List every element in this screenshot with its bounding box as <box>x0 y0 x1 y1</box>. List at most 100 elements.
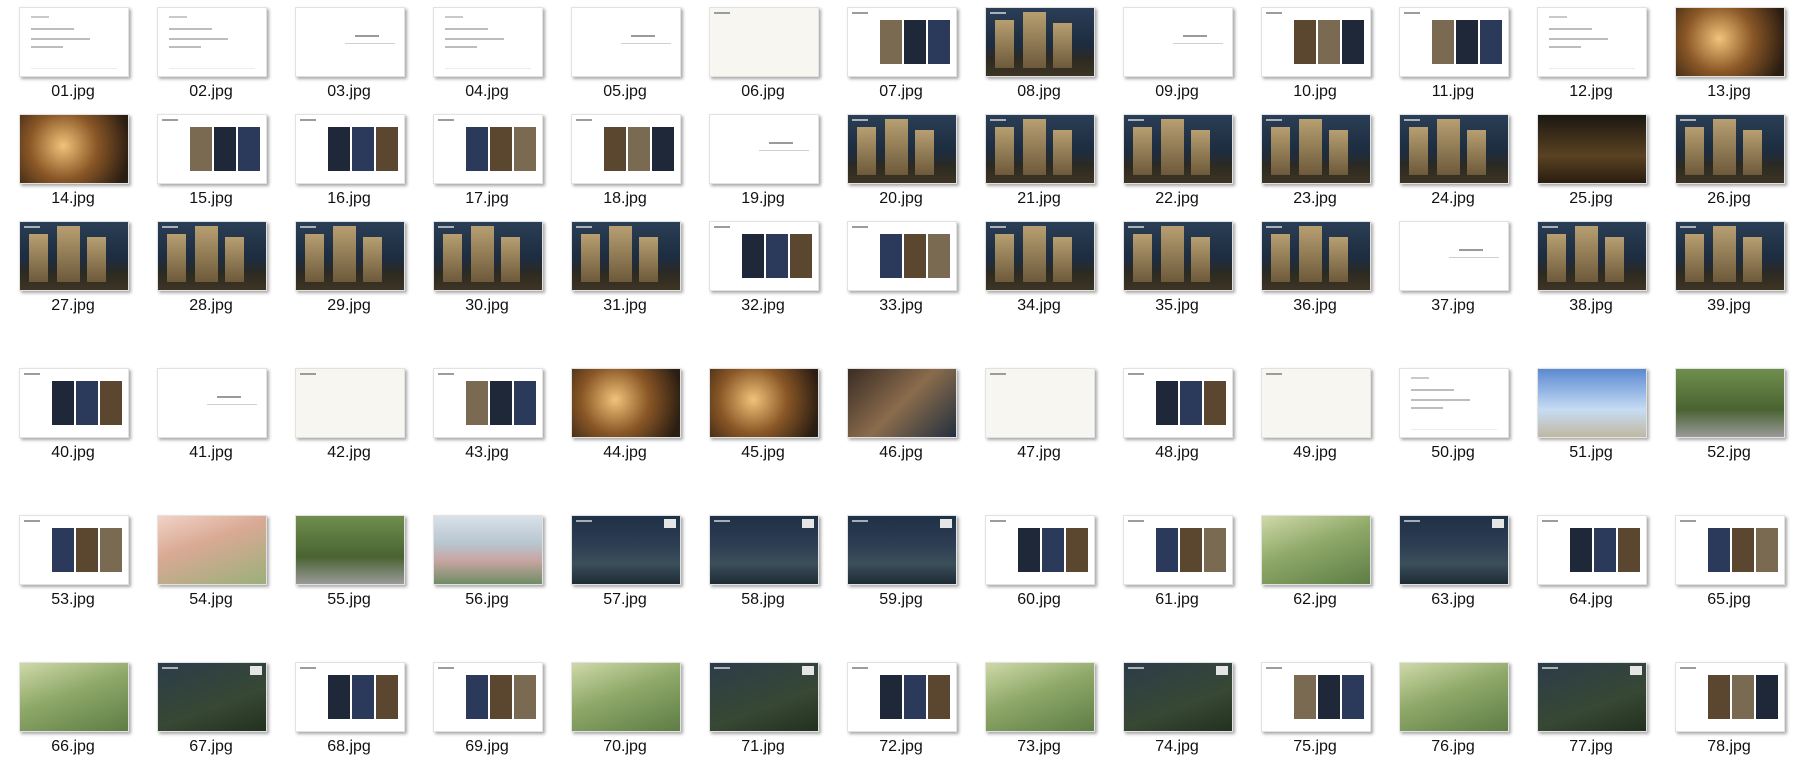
file-name-label[interactable]: 41.jpg <box>157 444 265 462</box>
file-thumbnail[interactable] <box>709 7 819 77</box>
file-name-label[interactable]: 59.jpg <box>847 591 955 609</box>
file-thumbnail[interactable] <box>295 662 405 732</box>
file-thumbnail[interactable] <box>1675 7 1785 77</box>
file-name-label[interactable]: 74.jpg <box>1123 738 1231 756</box>
file-name-label[interactable]: 07.jpg <box>847 83 955 101</box>
file-thumbnail[interactable] <box>1399 662 1509 732</box>
file-name-label[interactable]: 31.jpg <box>571 297 679 315</box>
file-name-label[interactable]: 50.jpg <box>1399 444 1507 462</box>
file-name-label[interactable]: 04.jpg <box>433 83 541 101</box>
file-name-label[interactable]: 03.jpg <box>295 83 403 101</box>
file-thumbnail[interactable] <box>709 368 819 438</box>
file-thumbnail[interactable] <box>847 114 957 184</box>
file-name-label[interactable]: 10.jpg <box>1261 83 1369 101</box>
file-thumbnail[interactable] <box>1399 368 1509 438</box>
file-thumbnail[interactable] <box>1537 221 1647 291</box>
file-name-label[interactable]: 18.jpg <box>571 190 679 208</box>
file-thumbnail[interactable] <box>1261 662 1371 732</box>
file-thumbnail[interactable] <box>1675 515 1785 585</box>
file-thumbnail[interactable] <box>1675 662 1785 732</box>
file-name-label[interactable]: 23.jpg <box>1261 190 1369 208</box>
file-thumbnail[interactable] <box>571 7 681 77</box>
file-name-label[interactable]: 12.jpg <box>1537 83 1645 101</box>
file-name-label[interactable]: 27.jpg <box>19 297 127 315</box>
file-name-label[interactable]: 08.jpg <box>985 83 1093 101</box>
file-thumbnail[interactable] <box>295 114 405 184</box>
file-thumbnail[interactable] <box>1675 368 1785 438</box>
file-thumbnail[interactable] <box>1123 221 1233 291</box>
file-thumbnail[interactable] <box>1399 515 1509 585</box>
file-thumbnail[interactable] <box>1261 515 1371 585</box>
file-name-label[interactable]: 56.jpg <box>433 591 541 609</box>
file-thumbnail[interactable] <box>1123 515 1233 585</box>
file-name-label[interactable]: 13.jpg <box>1675 83 1783 101</box>
file-name-label[interactable]: 68.jpg <box>295 738 403 756</box>
file-thumbnail[interactable] <box>1675 221 1785 291</box>
file-name-label[interactable]: 11.jpg <box>1399 83 1507 101</box>
file-thumbnail[interactable] <box>1123 7 1233 77</box>
file-thumbnail[interactable] <box>709 662 819 732</box>
file-thumbnail[interactable] <box>157 7 267 77</box>
file-thumbnail[interactable] <box>1537 662 1647 732</box>
file-name-label[interactable]: 20.jpg <box>847 190 955 208</box>
file-thumbnail[interactable] <box>847 515 957 585</box>
file-thumbnail[interactable] <box>1123 368 1233 438</box>
file-name-label[interactable]: 22.jpg <box>1123 190 1231 208</box>
file-thumbnail[interactable] <box>1537 7 1647 77</box>
file-name-label[interactable]: 78.jpg <box>1675 738 1783 756</box>
file-thumbnail[interactable] <box>571 368 681 438</box>
file-thumbnail[interactable] <box>433 7 543 77</box>
file-thumbnail[interactable] <box>709 114 819 184</box>
file-thumbnail[interactable] <box>19 515 129 585</box>
file-name-label[interactable]: 51.jpg <box>1537 444 1645 462</box>
file-thumbnail[interactable] <box>157 662 267 732</box>
file-name-label[interactable]: 43.jpg <box>433 444 541 462</box>
file-thumbnail[interactable] <box>1399 221 1509 291</box>
file-name-label[interactable]: 25.jpg <box>1537 190 1645 208</box>
file-thumbnail[interactable] <box>1675 114 1785 184</box>
file-name-label[interactable]: 05.jpg <box>571 83 679 101</box>
file-name-label[interactable]: 15.jpg <box>157 190 265 208</box>
file-name-label[interactable]: 69.jpg <box>433 738 541 756</box>
file-thumbnail[interactable] <box>295 515 405 585</box>
file-name-label[interactable]: 65.jpg <box>1675 591 1783 609</box>
file-name-label[interactable]: 53.jpg <box>19 591 127 609</box>
file-name-label[interactable]: 21.jpg <box>985 190 1093 208</box>
file-thumbnail[interactable] <box>985 221 1095 291</box>
file-thumbnail[interactable] <box>985 662 1095 732</box>
file-name-label[interactable]: 34.jpg <box>985 297 1093 315</box>
file-name-label[interactable]: 09.jpg <box>1123 83 1231 101</box>
file-name-label[interactable]: 44.jpg <box>571 444 679 462</box>
file-thumbnail[interactable] <box>847 7 957 77</box>
file-thumbnail[interactable] <box>1537 368 1647 438</box>
file-thumbnail[interactable] <box>295 221 405 291</box>
file-thumbnail[interactable] <box>1123 662 1233 732</box>
file-name-label[interactable]: 52.jpg <box>1675 444 1783 462</box>
file-thumbnail[interactable] <box>433 114 543 184</box>
file-name-label[interactable]: 33.jpg <box>847 297 955 315</box>
file-thumbnail[interactable] <box>295 368 405 438</box>
file-name-label[interactable]: 73.jpg <box>985 738 1093 756</box>
file-name-label[interactable]: 19.jpg <box>709 190 817 208</box>
file-thumbnail[interactable] <box>433 221 543 291</box>
file-name-label[interactable]: 46.jpg <box>847 444 955 462</box>
file-name-label[interactable]: 75.jpg <box>1261 738 1369 756</box>
file-name-label[interactable]: 62.jpg <box>1261 591 1369 609</box>
file-name-label[interactable]: 14.jpg <box>19 190 127 208</box>
file-name-label[interactable]: 55.jpg <box>295 591 403 609</box>
file-name-label[interactable]: 28.jpg <box>157 297 265 315</box>
file-name-label[interactable]: 37.jpg <box>1399 297 1507 315</box>
file-name-label[interactable]: 38.jpg <box>1537 297 1645 315</box>
file-name-label[interactable]: 57.jpg <box>571 591 679 609</box>
file-thumbnail[interactable] <box>1261 368 1371 438</box>
file-thumbnail[interactable] <box>847 221 957 291</box>
file-thumbnail[interactable] <box>157 221 267 291</box>
file-name-label[interactable]: 54.jpg <box>157 591 265 609</box>
file-thumbnail[interactable] <box>19 662 129 732</box>
file-name-label[interactable]: 42.jpg <box>295 444 403 462</box>
file-name-label[interactable]: 36.jpg <box>1261 297 1369 315</box>
file-thumbnail[interactable] <box>985 368 1095 438</box>
file-name-label[interactable]: 35.jpg <box>1123 297 1231 315</box>
file-name-label[interactable]: 02.jpg <box>157 83 265 101</box>
file-thumbnail[interactable] <box>571 221 681 291</box>
